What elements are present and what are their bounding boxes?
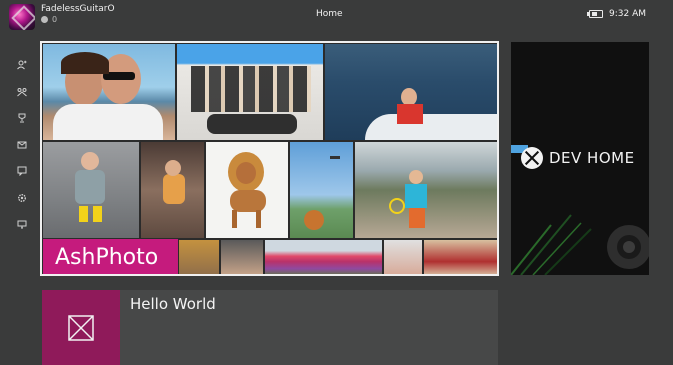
battery-icon [587,10,603,18]
tv-icon[interactable] [12,211,32,238]
photo-sunglasses-kid [424,240,497,274]
avatar[interactable] [9,4,35,30]
settings-icon[interactable] [12,185,32,212]
gamertag[interactable]: FadelessGuitarO [41,4,115,14]
friends-icon[interactable] [12,52,32,79]
dev-home-decor-lines [511,214,649,275]
ashphoto-tile[interactable]: AshPhoto [40,41,499,276]
gamerscore-icon [41,16,48,23]
photo-girl-portrait [221,240,263,274]
placeholder-image-icon [68,314,94,341]
guide-rail [12,52,32,238]
gamerscore-value: 0 [52,15,58,24]
achievements-icon[interactable] [12,105,32,132]
photo-toddler-rain-boots [43,142,139,238]
dev-home-label: DEV HOME [549,149,635,167]
photo-selfie-girl [384,240,422,274]
clock: 9:32 AM [609,9,646,19]
page-title: Home [316,9,343,19]
photo-kid-in-boat [325,44,497,140]
gamerscore: 0 [41,15,57,24]
chat-icon[interactable] [12,158,32,185]
photo-kids-costume [141,142,204,238]
photo-couple-selfie [43,44,175,140]
xbox-logo-icon [521,147,543,169]
party-icon[interactable] [12,79,32,106]
hello-world-title: Hello World [130,295,216,313]
photo-hat-kid [179,240,219,274]
ashphoto-label: AshPhoto [43,239,178,274]
photo-plane-and-dog [290,142,353,238]
top-bar: FadelessGuitarO 0 Home 9:32 AM [0,0,673,32]
messages-icon[interactable] [12,132,32,159]
photo-group-shot [177,44,323,140]
photo-dog-in-lion-mane [206,142,288,238]
photo-boy-on-rocks [355,142,497,238]
hello-world-tile[interactable]: Hello World [42,290,498,365]
hello-world-icon-box [42,290,120,365]
photo-tulip-field [265,240,382,274]
dev-home-tile[interactable]: DEV HOME [511,42,649,275]
